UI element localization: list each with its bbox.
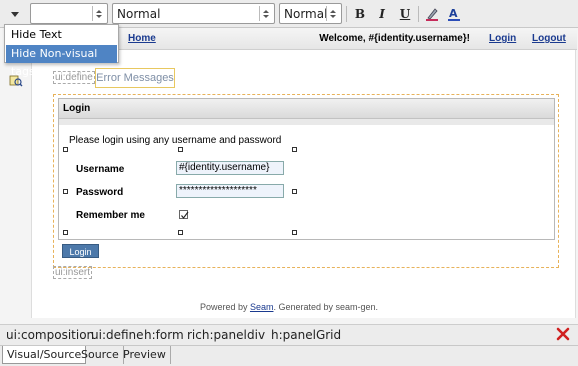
- font-color-icon[interactable]: A: [445, 5, 463, 23]
- spin-arrows-icon: [326, 6, 339, 21]
- background-color-icon[interactable]: [423, 5, 441, 23]
- tab-source[interactable]: Source: [77, 346, 124, 364]
- ui-define-tag[interactable]: ui:define: [53, 71, 95, 84]
- username-label: Username: [76, 164, 125, 175]
- breadcrumb-item[interactable]: div: [247, 328, 265, 342]
- toolbar-separator: [418, 6, 419, 22]
- editor-tabs: Visual/Source Source Preview: [0, 345, 578, 366]
- resize-handle[interactable]: [292, 189, 297, 194]
- breadcrumb-item[interactable]: ui:define: [91, 328, 144, 342]
- size-combo[interactable]: Normal: [279, 3, 342, 24]
- panel-header-divider: [59, 119, 554, 125]
- error-messages-box[interactable]: Error Messages: [95, 68, 175, 88]
- welcome-text: Welcome, #{identity.username}!: [319, 33, 470, 44]
- resize-handle[interactable]: [63, 189, 68, 194]
- page-footer: Powered by Seam. Generated by seam-gen.: [0, 302, 578, 312]
- footer-suffix: . Generated by seam-gen.: [273, 302, 379, 312]
- home-link[interactable]: Home: [128, 33, 156, 44]
- bold-button[interactable]: B: [351, 5, 369, 23]
- remember-me-checkbox[interactable]: [179, 210, 189, 219]
- username-input[interactable]: #{identity.username}: [176, 161, 284, 175]
- password-label: Password: [76, 187, 124, 198]
- login-button[interactable]: Login: [62, 244, 99, 258]
- panel-title: Login: [59, 99, 554, 119]
- visual-options-menu: Hide Text Formatting Hide Non-visual tag…: [4, 24, 119, 78]
- breadcrumb-item[interactable]: h:form: [144, 328, 184, 342]
- toolbar-separator: [346, 6, 347, 22]
- resize-handle[interactable]: [292, 147, 297, 152]
- visual-page-editor: Normal Normal B I U A Home Welcome, #{id…: [0, 0, 578, 366]
- resize-handle[interactable]: [63, 147, 68, 152]
- resize-handle[interactable]: [178, 147, 183, 152]
- breadcrumb-item[interactable]: ui:composition: [6, 328, 94, 342]
- password-input[interactable]: ********************: [176, 184, 284, 198]
- close-icon[interactable]: [556, 327, 570, 341]
- tab-preview[interactable]: Preview: [119, 346, 171, 364]
- footer-prefix: Powered by: [199, 302, 250, 312]
- breadcrumb-item[interactable]: h:panelGrid: [271, 328, 341, 342]
- menu-item-hide-non-visual-tags[interactable]: Hide Non-visual tags: [6, 45, 117, 78]
- remember-me-label: Remember me: [76, 210, 145, 221]
- svg-text:A: A: [449, 7, 458, 20]
- italic-button[interactable]: I: [373, 5, 391, 23]
- ui-insert-tag[interactable]: ui:insert: [53, 266, 93, 279]
- resize-handle[interactable]: [63, 230, 68, 235]
- menu-item-hide-text-formatting[interactable]: Hide Text Formatting: [6, 26, 117, 59]
- tag-breadcrumb: ui:composition ui:define h:form rich:pan…: [0, 324, 578, 344]
- size-combo-value: Normal: [284, 6, 328, 21]
- underline-button[interactable]: U: [396, 5, 414, 23]
- spin-arrows-icon: [92, 6, 105, 21]
- login-link[interactable]: Login: [489, 33, 516, 44]
- logout-link[interactable]: Logout: [532, 33, 566, 44]
- format-combo-value: Normal: [117, 6, 161, 21]
- checkmark-icon: [181, 211, 189, 219]
- login-panel[interactable]: Login Please login using any username an…: [58, 98, 555, 240]
- seam-link[interactable]: Seam: [250, 302, 274, 312]
- resize-handle[interactable]: [178, 230, 183, 235]
- toolbar-menu-arrow-icon[interactable]: [4, 4, 26, 24]
- style-combo[interactable]: [30, 3, 108, 24]
- format-combo[interactable]: Normal: [112, 3, 275, 24]
- breadcrumb-item[interactable]: rich:panel: [187, 328, 247, 342]
- resize-handle[interactable]: [292, 230, 297, 235]
- spin-arrows-icon: [259, 6, 272, 21]
- login-intro-text: Please login using any username and pass…: [69, 135, 282, 146]
- tab-visual-source[interactable]: Visual/Source: [2, 346, 87, 364]
